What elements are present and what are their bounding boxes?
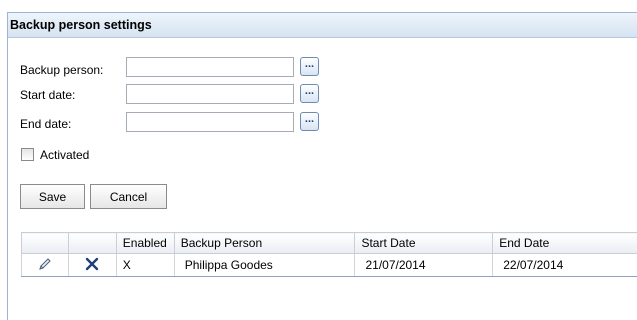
start-date-label: Start date: [20, 88, 76, 102]
panel-header: Backup person settings [8, 13, 637, 38]
cancel-button[interactable]: Cancel [90, 184, 167, 209]
end-date-input[interactable] [126, 112, 294, 132]
column-header-edit [21, 232, 69, 254]
column-header-enabled[interactable]: Enabled [115, 232, 175, 254]
edit-cell[interactable] [21, 253, 69, 277]
backup-person-cell: Philippa Goodes [173, 253, 356, 277]
table-row: X Philippa Goodes 21/07/2014 22/07/2014 [21, 253, 637, 277]
panel-title: Backup person settings [10, 18, 152, 32]
activated-checkbox[interactable] [21, 148, 34, 161]
column-header-end-date[interactable]: End Date [492, 232, 637, 254]
table-header-row: Enabled Backup Person Start Date End Dat… [21, 232, 637, 254]
save-button[interactable]: Save [20, 184, 85, 209]
pencil-icon[interactable] [37, 256, 53, 272]
start-date-picker-button[interactable]: ... [300, 84, 319, 103]
start-date-cell: 21/07/2014 [354, 253, 494, 277]
start-date-input[interactable] [126, 84, 294, 104]
backup-person-label: Backup person: [20, 63, 104, 77]
end-date-label: End date: [20, 117, 72, 131]
backup-person-picker-button[interactable]: ... [300, 57, 319, 76]
delete-x-icon[interactable] [84, 256, 100, 272]
end-date-cell: 22/07/2014 [492, 253, 637, 277]
backup-persons-table: Enabled Backup Person Start Date End Dat… [21, 232, 637, 277]
activated-label: Activated [40, 148, 90, 162]
column-header-start-date[interactable]: Start Date [354, 232, 494, 254]
backup-settings-panel: Backup person settings Backup person: ..… [7, 12, 637, 320]
backup-person-input[interactable] [126, 57, 294, 77]
column-header-backup-person[interactable]: Backup Person [173, 232, 356, 254]
end-date-picker-button[interactable]: ... [300, 112, 319, 131]
column-header-delete [67, 232, 117, 254]
delete-cell[interactable] [67, 253, 117, 277]
enabled-cell: X [115, 253, 175, 277]
